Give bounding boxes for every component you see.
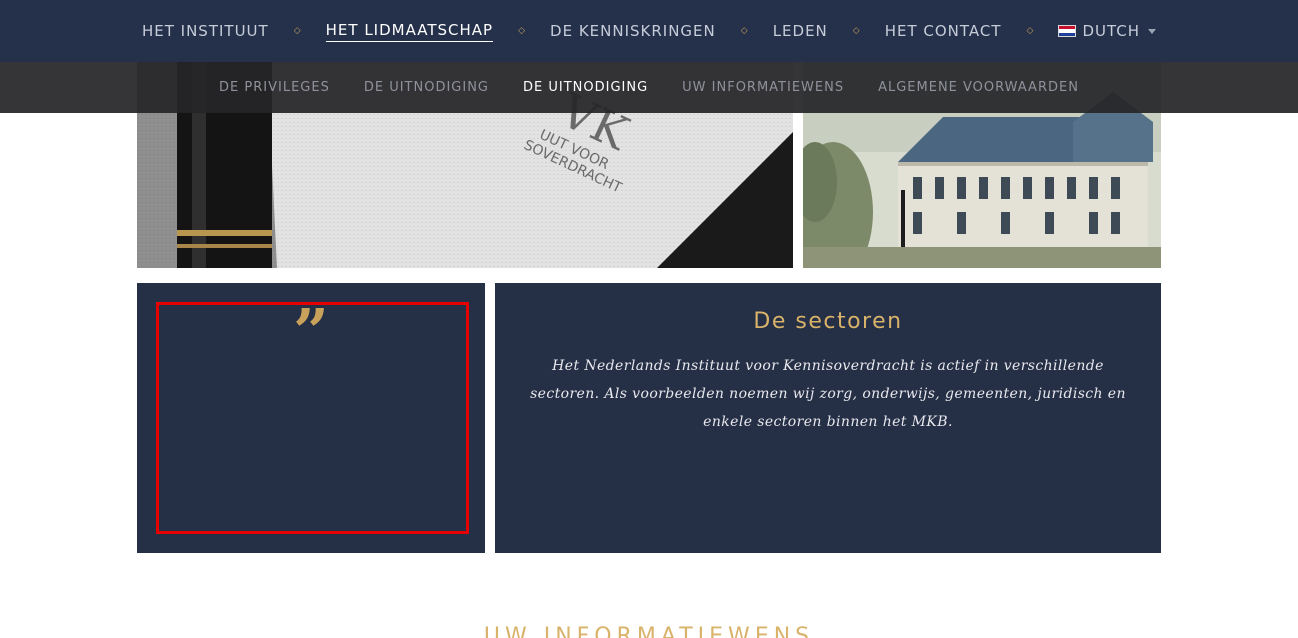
chevron-down-icon [1148, 28, 1157, 34]
nav-separator-icon: ◇ [740, 26, 748, 36]
subnav-algemene-voorwaarden[interactable]: ALGEMENE VOORWAARDEN [878, 80, 1079, 95]
sub-navigation: DE PRIVILEGES DE UITNODIGING DE UITNODIG… [0, 62, 1298, 113]
nav-leden[interactable]: LEDEN [773, 22, 828, 40]
language-selector[interactable]: DUTCH [1058, 22, 1157, 40]
nav-het-instituut[interactable]: HET INSTITUUT [142, 22, 269, 40]
subnav-de-uitnodiging[interactable]: DE UITNODIGING [364, 80, 489, 95]
nav-separator-icon: ◇ [293, 26, 301, 36]
main-navigation: HET INSTITUUT ◇ HET LIDMAATSCHAP ◇ DE KE… [0, 0, 1298, 62]
nav-separator-icon: ◇ [1026, 26, 1034, 36]
highlight-box [156, 302, 469, 534]
section-heading: UW INFORMATIEWENS [483, 624, 815, 638]
nav-separator-icon: ◇ [518, 26, 526, 36]
sectoren-text: Het Nederlands Instituut voor Kennisover… [530, 358, 1126, 430]
quote-panel: ” [137, 283, 485, 553]
sectoren-panel: De sectoren Het Nederlands Instituut voo… [495, 283, 1161, 553]
dutch-flag-icon [1058, 25, 1077, 37]
nav-het-lidmaatschap[interactable]: HET LIDMAATSCHAP [325, 21, 494, 42]
nav-het-contact[interactable]: HET CONTACT [885, 22, 1002, 40]
language-label: DUTCH [1082, 22, 1141, 40]
subnav-de-privileges[interactable]: DE PRIVILEGES [219, 80, 330, 95]
subnav-uw-informatiewens[interactable]: UW INFORMATIEWENS [682, 80, 844, 95]
nav-separator-icon: ◇ [852, 26, 860, 36]
nav-de-kenniskringen[interactable]: DE KENNISKRINGEN [550, 22, 716, 40]
subnav-de-uitnodiging-active[interactable]: DE UITNODIGING [523, 80, 648, 95]
sectoren-title: De sectoren [753, 309, 903, 334]
